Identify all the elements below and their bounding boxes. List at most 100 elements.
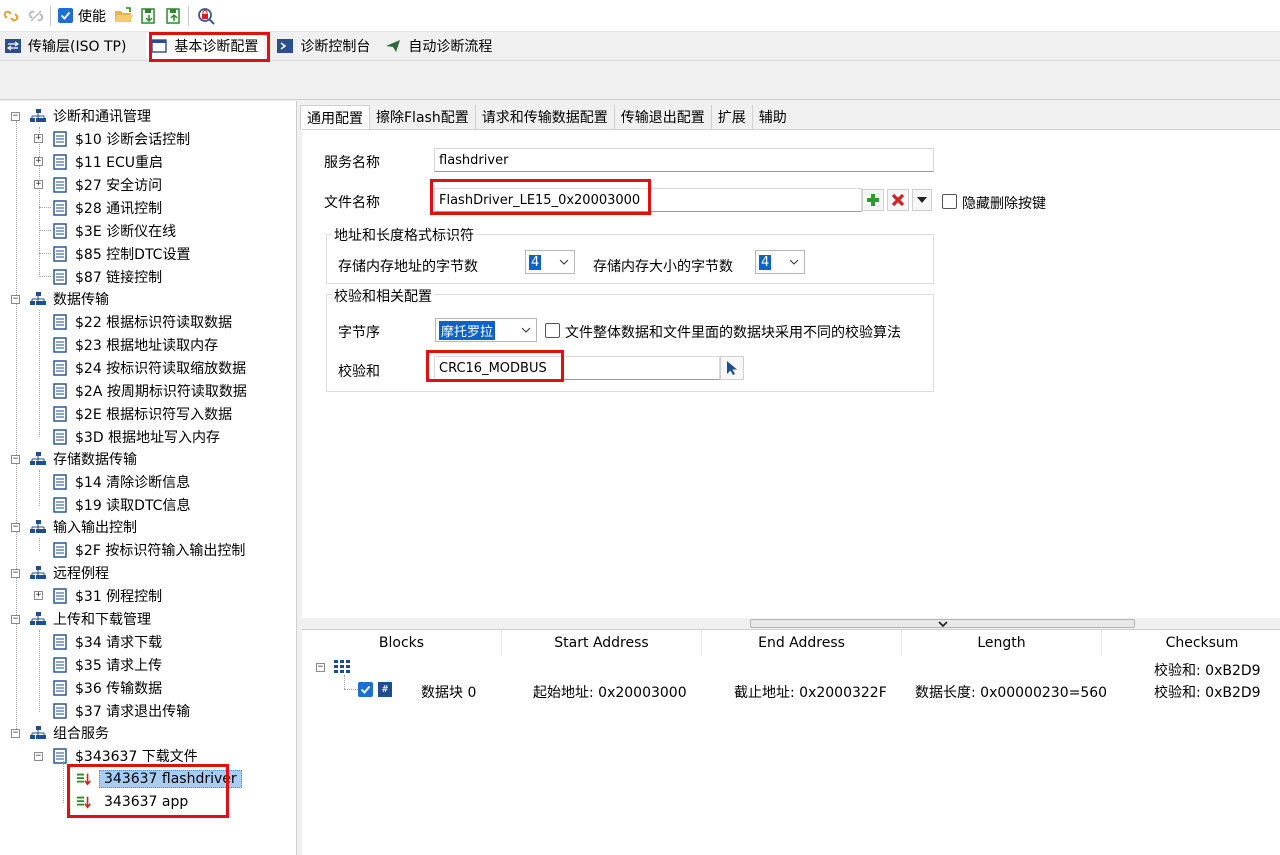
tree-line xyxy=(16,121,17,737)
tree-group[interactable]: 远程例程 xyxy=(30,562,109,584)
tree-item[interactable]: $3E 诊断仪在线 xyxy=(52,220,176,242)
tree-item[interactable]: $2E 根据标识符写入数据 xyxy=(52,403,232,425)
collapse-toggle[interactable]: − xyxy=(11,615,20,624)
tree-item[interactable]: $36 传输数据 xyxy=(52,677,162,699)
open-folder-icon[interactable] xyxy=(113,5,135,27)
tree-item[interactable]: $2A 按周期标识符读取数据 xyxy=(52,380,247,402)
tab-auxiliary[interactable]: 辅助 xyxy=(753,105,793,129)
byte-order-label: 字节序 xyxy=(338,325,380,341)
collapse-toggle[interactable]: − xyxy=(11,112,20,121)
addr-bytes-value: 4 xyxy=(529,254,542,270)
tree-group-label: 存储数据传输 xyxy=(53,452,137,468)
tree-item[interactable]: $2F 按标识符输入输出控制 xyxy=(52,539,245,561)
column-header[interactable]: Start Address xyxy=(502,630,702,656)
chevron-down-icon xyxy=(559,259,569,265)
tree-item[interactable]: $22 根据标识符读取数据 xyxy=(52,311,232,333)
tree-item[interactable]: $14 清除诊断信息 xyxy=(52,471,190,493)
tab-diagnostic-console[interactable]: 诊断控制台 xyxy=(272,33,376,59)
tree-line xyxy=(39,253,51,254)
tree-item[interactable]: $23 根据地址读取内存 xyxy=(52,334,218,356)
tab-general-config[interactable]: 通用配置 xyxy=(300,105,370,129)
link-icon[interactable] xyxy=(0,5,22,27)
console-icon xyxy=(276,38,294,54)
collapse-toggle[interactable]: − xyxy=(316,663,325,672)
tree-group[interactable]: 数据传输 xyxy=(30,288,109,310)
enable-checkbox[interactable] xyxy=(58,8,73,23)
unlink-icon[interactable] xyxy=(25,5,47,27)
tab-request-transfer-config[interactable]: 请求和传输数据配置 xyxy=(476,105,615,129)
tree-item[interactable]: $3D 根据地址写入内存 xyxy=(52,426,220,448)
block-checkbox[interactable] xyxy=(358,682,373,697)
tree-group[interactable]: 存储数据传输 xyxy=(30,448,137,470)
size-bytes-select[interactable]: 4 xyxy=(755,250,805,274)
hide-delete-checkbox[interactable] xyxy=(942,194,957,209)
file-dropdown-button[interactable] xyxy=(912,189,932,211)
add-file-button[interactable] xyxy=(862,189,884,211)
tree-group[interactable]: 诊断和通讯管理 xyxy=(30,105,151,127)
tree-item-label: $28 通讯控制 xyxy=(75,201,163,217)
collapse-toggle[interactable]: − xyxy=(34,752,43,761)
service-icon xyxy=(52,131,68,147)
tree-item[interactable]: $37 请求退出传输 xyxy=(52,700,190,722)
byte-order-select[interactable]: 摩托罗拉 xyxy=(435,318,537,342)
diff-algo-label: 文件整体数据和文件里面的数据块采用不同的校验算法 xyxy=(565,325,901,341)
chevron-down-icon xyxy=(938,621,948,627)
tab-transport-layer[interactable]: 传输层(ISO TP) xyxy=(0,33,132,59)
tree-item[interactable]: $34 请求下载 xyxy=(52,631,162,653)
tree-item[interactable]: $19 读取DTC信息 xyxy=(52,494,190,516)
collapse-toggle[interactable]: − xyxy=(11,729,20,738)
tree-item-label: $10 诊断会话控制 xyxy=(75,132,191,148)
import-icon[interactable] xyxy=(138,5,160,27)
tree-item[interactable]: $31 例程控制 xyxy=(52,585,162,607)
enable-toggle[interactable]: 使能 xyxy=(58,6,106,26)
diagnose-icon[interactable] xyxy=(195,5,217,27)
tree-group[interactable]: 组合服务 xyxy=(30,722,109,744)
tab-auto-diagnostic-flow[interactable]: 自动诊断流程 xyxy=(380,33,498,59)
tree-group[interactable]: 上传和下载管理 xyxy=(30,608,151,630)
expand-toggle[interactable]: + xyxy=(34,157,43,166)
collapse-toggle[interactable]: − xyxy=(11,455,20,464)
tree-item-label: $23 根据地址读取内存 xyxy=(75,338,219,354)
tree-item[interactable]: $10 诊断会话控制 xyxy=(52,128,190,150)
tab-extension[interactable]: 扩展 xyxy=(712,105,753,129)
tree-item[interactable]: $35 请求上传 xyxy=(52,654,162,676)
diff-algo-checkbox[interactable] xyxy=(545,323,560,338)
service-name-input[interactable]: flashdriver xyxy=(434,148,934,172)
column-header[interactable]: End Address xyxy=(702,630,902,656)
collapse-toggle[interactable]: − xyxy=(11,569,20,578)
checksum-select-button[interactable] xyxy=(720,356,744,380)
root-checksum: 校验和: 0xB2D9 xyxy=(1154,663,1261,679)
group-icon xyxy=(30,611,46,627)
tree-item[interactable]: $28 通讯控制 xyxy=(52,197,162,219)
tab-label: 诊断控制台 xyxy=(300,39,371,55)
tree-line xyxy=(39,230,51,231)
tree-item[interactable]: $24 按标识符读取缩放数据 xyxy=(52,357,246,379)
expand-toggle[interactable]: + xyxy=(34,134,43,143)
export-icon[interactable] xyxy=(163,5,185,27)
expand-toggle[interactable]: + xyxy=(34,180,43,189)
tree-group[interactable]: 输入输出控制 xyxy=(30,516,137,538)
tree-item[interactable]: $27 安全访问 xyxy=(52,174,162,196)
collapse-toggle[interactable]: − xyxy=(11,295,20,304)
column-header[interactable]: Length xyxy=(902,630,1102,656)
tree-item[interactable]: $85 控制DTC设置 xyxy=(52,243,190,265)
tree-item-label: $3E 诊断仪在线 xyxy=(75,224,177,240)
group-icon xyxy=(30,108,46,124)
column-header[interactable]: Blocks xyxy=(302,630,502,656)
tree-item-label: $3D 根据地址写入内存 xyxy=(75,430,221,446)
tab-erase-flash-config[interactable]: 擦除Flash配置 xyxy=(370,105,476,129)
service-tree[interactable]: − 诊断和通讯管理 + $10 诊断会话控制 + $11 ECU重启 + $27… xyxy=(0,101,297,855)
collapse-toggle[interactable]: − xyxy=(11,523,20,532)
tree-item-label: $343637 下载文件 xyxy=(75,749,198,765)
tree-item[interactable]: $11 ECU重启 xyxy=(52,151,163,173)
service-icon xyxy=(52,200,68,216)
tree-item[interactable]: $87 链接控制 xyxy=(52,266,162,288)
tab-transfer-exit-config[interactable]: 传输退出配置 xyxy=(615,105,712,129)
expand-toggle[interactable]: + xyxy=(34,591,43,600)
hide-delete-label: 隐藏删除按键 xyxy=(962,196,1046,212)
delete-file-button[interactable] xyxy=(887,189,909,211)
addr-bytes-select[interactable]: 4 xyxy=(525,250,575,274)
column-header[interactable]: Checksum xyxy=(1102,630,1280,656)
panel-splitter[interactable] xyxy=(750,619,1135,628)
tree-item-label: $87 链接控制 xyxy=(75,270,163,286)
